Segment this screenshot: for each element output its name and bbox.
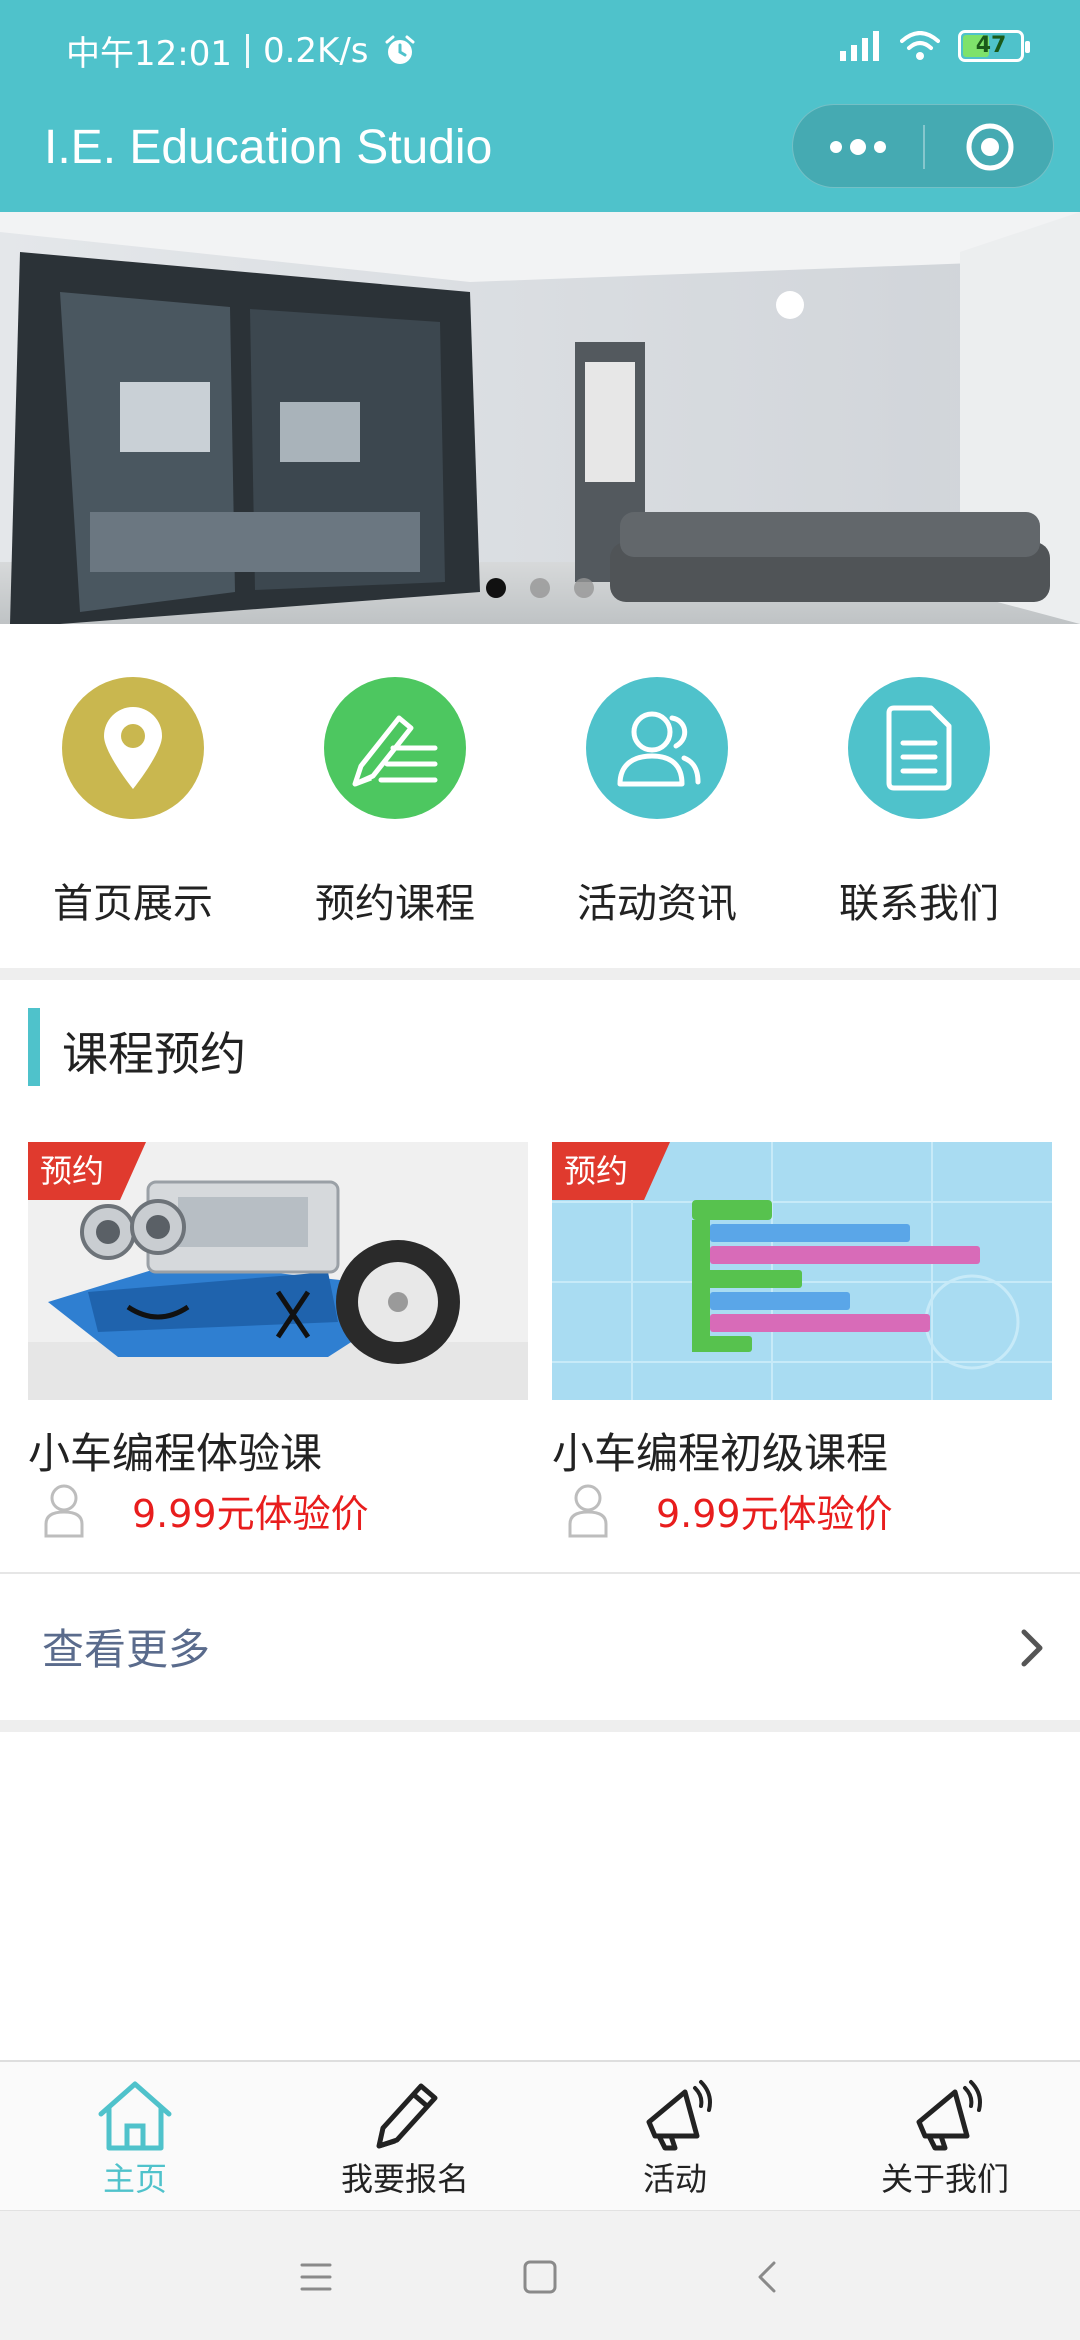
carousel-dot[interactable] <box>486 578 506 598</box>
mini-program-capsule <box>792 104 1054 188</box>
wifi-icon <box>900 31 940 60</box>
view-more-row[interactable]: 查看更多 <box>0 1574 1080 1720</box>
status-separator <box>245 33 249 68</box>
carousel-dot[interactable] <box>574 578 594 598</box>
course-list: 预约 小车编程体验课 9.99元体验价 预约 小车编程初级课程 9.99元体验价 <box>0 1142 1080 1572</box>
close-button[interactable] <box>924 105 1055 189</box>
course-image-block-code: 预约 <box>552 1142 1052 1400</box>
more-button[interactable] <box>793 105 923 189</box>
carousel-indicator <box>0 578 1080 598</box>
course-price: 9.99元体验价 <box>132 1491 369 1536</box>
section-title: 课程预约 <box>62 1027 246 1081</box>
carousel-dot[interactable] <box>530 578 550 598</box>
course-card[interactable]: 预约 小车编程体验课 9.99元体验价 <box>28 1142 528 1562</box>
nav-label: 联系我们 <box>839 881 999 927</box>
home-icon <box>98 2081 172 2151</box>
tab-label: 主页 <box>102 2160 167 2198</box>
pencil-icon <box>376 2083 438 2149</box>
menu-icon[interactable] <box>290 2251 342 2303</box>
system-nav-bar <box>0 2210 1080 2340</box>
location-pin-icon <box>62 677 204 819</box>
nav-item-home-showcase[interactable]: 首页展示 <box>2 624 264 968</box>
banner-carousel[interactable] <box>0 212 1080 624</box>
nav-item-contact-us[interactable]: 联系我们 <box>788 624 1050 968</box>
chevron-right-icon <box>1021 1629 1043 1667</box>
document-icon <box>848 677 990 819</box>
tab-signup[interactable]: 我要报名 <box>270 2062 540 2210</box>
tab-label: 关于我们 <box>880 2160 1009 2198</box>
tab-home[interactable]: 主页 <box>0 2062 270 2210</box>
section-header: 课程预约 <box>0 982 1080 1112</box>
status-right: 47 <box>840 30 1030 62</box>
home-square-icon[interactable] <box>514 2251 566 2303</box>
user-icon <box>568 1484 608 1538</box>
status-left: 中午12:01 0.2K/s <box>66 26 417 75</box>
tab-activity[interactable]: 活动 <box>540 2062 810 2210</box>
nav-item-activity-news[interactable]: 活动资讯 <box>526 624 788 968</box>
view-more-label: 查看更多 <box>42 1625 211 1674</box>
tab-label: 我要报名 <box>340 2160 469 2198</box>
nav-label: 预约课程 <box>315 881 475 927</box>
megaphone-icon <box>916 2080 982 2151</box>
battery-cap <box>1025 41 1030 53</box>
app-header: 中午12:01 0.2K/s 47 I.E. Education Studio <box>0 0 1080 212</box>
section-gap <box>0 968 1080 980</box>
nav-item-book-course[interactable]: 预约课程 <box>264 624 526 968</box>
banner-image <box>0 212 1080 624</box>
more-dots-icon <box>830 141 842 153</box>
course-price: 9.99元体验价 <box>656 1491 893 1536</box>
course-name: 小车编程初级课程 <box>552 1429 889 1478</box>
course-image-robot-car: 预约 <box>28 1142 528 1400</box>
back-icon[interactable] <box>742 2251 794 2303</box>
status-bar: 中午12:01 0.2K/s 47 <box>0 0 1080 100</box>
course-card[interactable]: 预约 小车编程初级课程 9.99元体验价 <box>552 1142 1052 1562</box>
signal-icon <box>840 31 879 61</box>
nav-label: 活动资讯 <box>577 881 737 927</box>
tab-label: 活动 <box>642 2160 707 2198</box>
megaphone-icon <box>646 2080 712 2151</box>
bottom-tab-bar: 主页 我要报名 活动 关于我们 <box>0 2060 1080 2210</box>
nav-label: 首页展示 <box>53 881 213 927</box>
battery-level: 47 <box>975 33 1007 58</box>
course-price-row: 9.99元体验价 <box>28 1482 369 1538</box>
edit-list-icon <box>324 677 466 819</box>
users-icon <box>586 677 728 819</box>
more-dots-icon <box>850 139 866 155</box>
user-icon <box>44 1484 84 1538</box>
course-name: 小车编程体验课 <box>28 1429 323 1478</box>
course-price-row: 9.99元体验价 <box>552 1482 893 1538</box>
more-dots-icon <box>874 141 886 153</box>
tab-about-us[interactable]: 关于我们 <box>810 2062 1080 2210</box>
app-title: I.E. Education Studio <box>44 121 493 174</box>
status-net-speed: 0.2K/s <box>262 30 369 71</box>
quick-nav: 首页展示 预约课程 活动资讯 联系我们 <box>0 624 1080 968</box>
alarm-icon <box>385 35 415 64</box>
battery-indicator: 47 <box>958 30 1030 62</box>
section-accent-bar <box>28 1008 40 1086</box>
status-time: 中午12:01 <box>66 34 232 74</box>
section-gap <box>0 1720 1080 1732</box>
target-close-icon <box>966 123 1013 171</box>
